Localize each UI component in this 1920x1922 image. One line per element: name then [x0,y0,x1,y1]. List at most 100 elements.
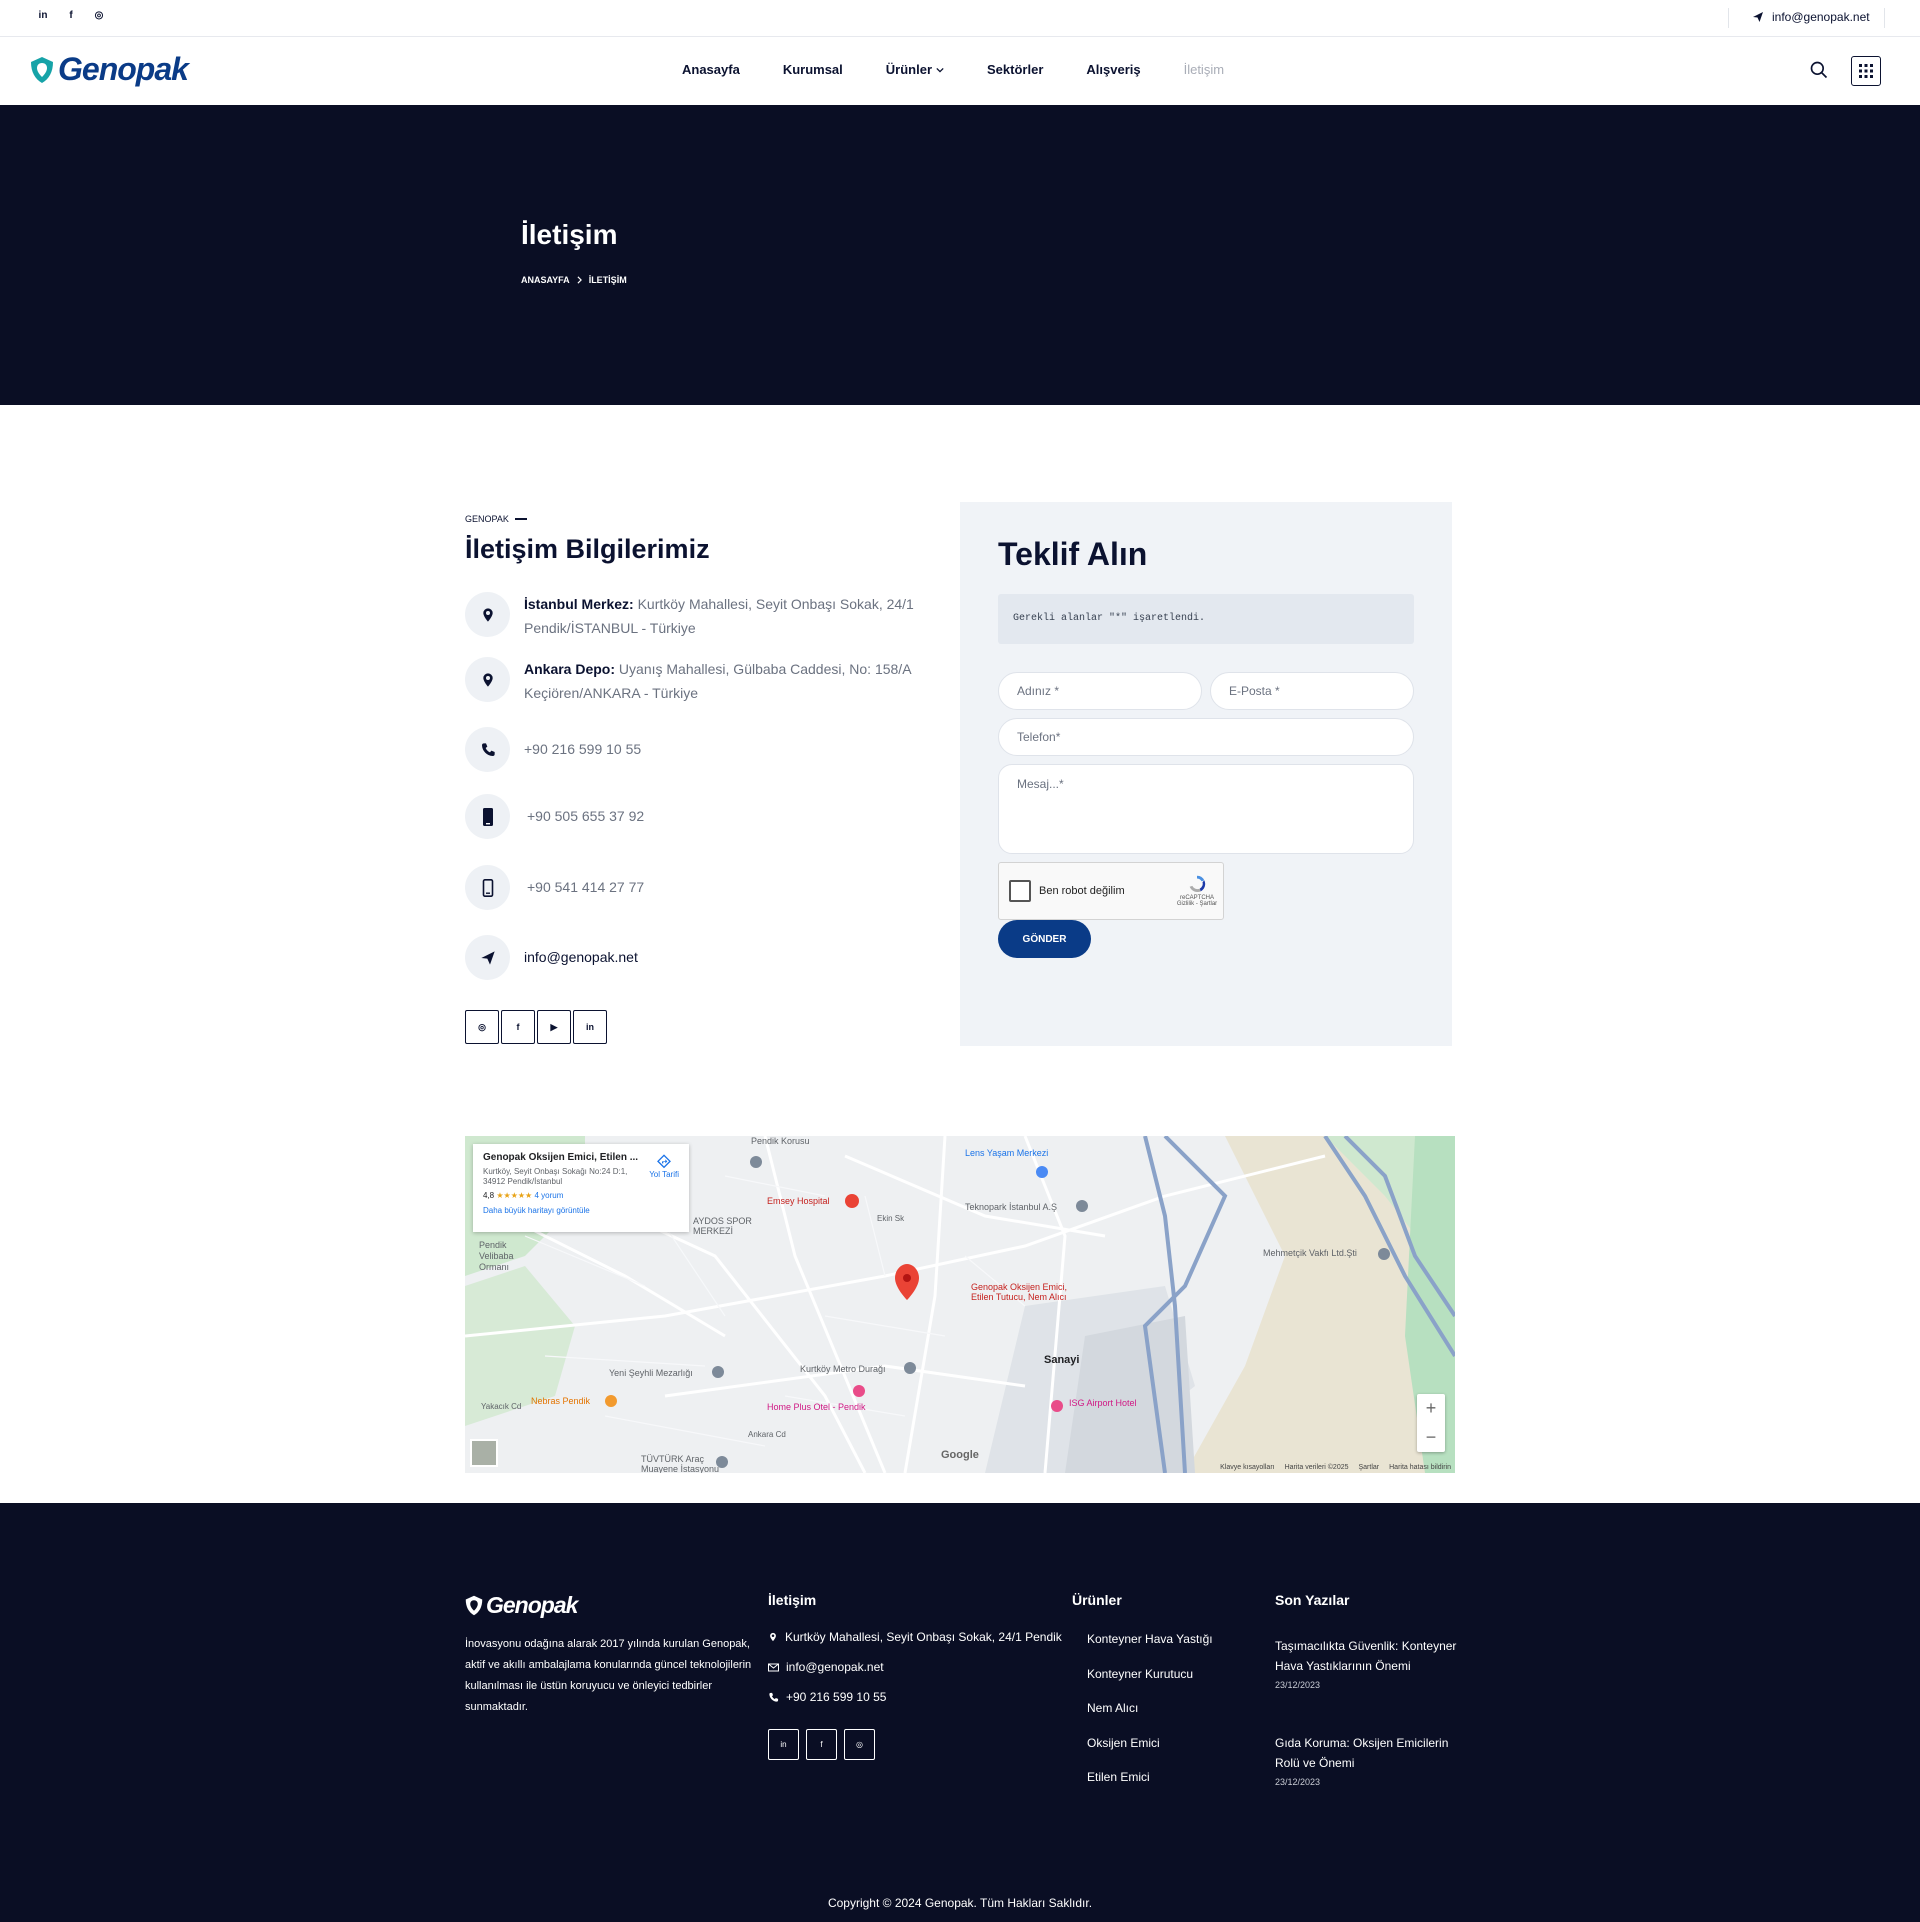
nav-item-iletisim[interactable]: İletişim [1184,62,1224,77]
zoom-out-button[interactable]: − [1417,1423,1445,1452]
istanbul-address-line-1: Kurtköy Mahallesi, Seyit Onbaşı Sokak, 2… [633,596,914,612]
reviews-link[interactable]: 4 yorum [534,1191,563,1200]
site-footer: Genopak İnovasyonu odağına alarak 2017 y… [0,1503,1920,1922]
facebook-icon[interactable]: f [64,10,78,21]
instagram-icon[interactable]: ◎ [844,1729,875,1760]
footer-logo-wordmark: Genopak [486,1592,578,1618]
quote-form: Teklif Alın Gerekli alanlar "*" işaretle… [960,502,1452,1046]
footer-about-text: İnovasyonu odağına alarak 2017 yılında k… [465,1638,752,1713]
recaptcha-links[interactable]: Gizlilik - Şartlar [1175,901,1219,907]
directions-label: Yol Tarifi [649,1170,679,1179]
istanbul-address-row: İstanbul Merkez: Kurtköy Mahallesi, Seyi… [465,592,914,640]
search-icon[interactable] [1809,60,1829,80]
keyboard-shortcuts-link[interactable]: Klavye kısayolları [1220,1464,1274,1471]
nav-item-kurumsal[interactable]: Kurumsal [783,62,843,77]
map-label: Ankara Cd [748,1430,786,1439]
linkedin-icon[interactable]: in [36,10,50,21]
menu-grid-button[interactable] [1851,56,1881,86]
footer-products-heading: Ürünler [1072,1592,1122,1608]
map-label: Yakacık Cd [481,1402,522,1411]
top-email-link[interactable]: info@genopak.net [1752,10,1870,24]
post-title-link[interactable]: Gıda Koruma: Oksijen Emicilerin Rolü ve … [1275,1736,1448,1770]
rating-stars: ★★★★★ [496,1191,533,1200]
youtube-icon[interactable]: ▶ [537,1010,571,1044]
ankara-label: Ankara Depo: [524,661,616,677]
phone-input[interactable]: Telefon* [998,718,1414,756]
map-label: AYDOS SPOR MERKEZİ [693,1216,752,1236]
send-icon [1753,12,1763,22]
map-label: Sanayi [1044,1354,1080,1366]
section-eyebrow: GENOPAK [465,514,925,524]
contact-info: GENOPAK İletişim Bilgilerimiz İstanbul M… [465,514,925,1044]
zoom-in-button[interactable]: + [1417,1394,1445,1423]
instagram-icon[interactable]: ◎ [92,10,106,21]
linkedin-icon[interactable]: in [573,1010,607,1044]
page-hero: İletişim ANASAYFA İLETİŞİM [0,105,1920,405]
rating-value: 4,8 [483,1191,495,1200]
divider [1884,8,1885,28]
map-label: Yeni Şeyhli Mezarlığı [609,1368,693,1378]
form-title: Teklif Alın [998,536,1148,572]
report-error-link[interactable]: Harita hatası bildirin [1389,1464,1451,1471]
ankara-address: Ankara Depo: Uyanış Mahallesi, Gülbaba C… [524,657,912,705]
map-zoom-controls: + − [1417,1394,1445,1452]
ankara-address-row: Ankara Depo: Uyanış Mahallesi, Gülbaba C… [465,657,912,705]
site-logo[interactable]: Genopak [30,51,189,88]
phone-link-2[interactable]: +90 505 655 37 92 [527,794,644,828]
facebook-icon[interactable]: f [806,1729,837,1760]
footer-address-text: Kurtköy Mahallesi, Seyit Onbaşı Sokak, 2… [785,1630,1062,1644]
footer-logo[interactable]: Genopak [465,1592,578,1619]
phone-link-1[interactable]: +90 216 599 10 55 [524,727,641,761]
nav-item-alisveris[interactable]: Alışveriş [1086,62,1140,77]
name-input[interactable]: Adınız * [998,672,1202,710]
location-pin-icon [465,657,510,702]
email-row: info@genopak.net [465,935,638,980]
google-map[interactable]: Genopak Oksijen Emici, Etilen ... Kurtkö… [465,1136,1455,1473]
location-pin-icon [770,1632,776,1642]
email-input[interactable]: E-Posta * [1210,672,1414,710]
larger-map-link[interactable]: Daha büyük haritayı görüntüle [483,1206,679,1215]
ankara-address-line-1: Uyanış Mahallesi, Gülbaba Caddesi, No: 1… [615,661,912,677]
place-address: Kurtköy, Seyit Onbaşı Sokağı No:24 D:1, … [483,1167,628,1186]
directions-button[interactable]: Yol Tarifi [649,1154,679,1179]
phone-link-3[interactable]: +90 541 414 27 77 [527,865,644,899]
instagram-icon[interactable]: ◎ [465,1010,499,1044]
map-label: Kurtköy Metro Durağı [800,1364,886,1374]
submit-button[interactable]: GÖNDER [998,920,1091,958]
recaptcha-widget: Ben robot değilim reCAPTCHA Gizlilik - Ş… [998,862,1224,920]
footer-email[interactable]: info@genopak.net [768,1660,884,1674]
footer-social-links: in f ◎ [768,1729,875,1760]
mobile-phone-outline-icon [465,865,510,910]
linkedin-icon[interactable]: in [768,1729,799,1760]
post-title-link[interactable]: Taşımacılıkta Güvenlik: Konteyner Hava Y… [1275,1639,1456,1673]
terms-link[interactable]: Şartlar [1359,1464,1380,1471]
email-link[interactable]: info@genopak.net [524,935,638,969]
nav-item-anasayfa[interactable]: Anasayfa [682,62,740,77]
footer-phone-text: +90 216 599 10 55 [786,1690,887,1704]
istanbul-address: İstanbul Merkez: Kurtköy Mahallesi, Seyi… [524,592,914,640]
footer-product-link[interactable]: Etilen Emici [1087,1770,1150,1784]
footer-product-link[interactable]: Oksijen Emici [1087,1736,1160,1750]
facebook-icon[interactable]: f [501,1010,535,1044]
copyright: Copyright © 2024 Genopak. Tüm Hakları Sa… [827,1896,1093,1910]
recaptcha-checkbox[interactable] [1009,880,1031,902]
map-attribution: Klavye kısayolları Harita verileri ©2025… [1220,1464,1451,1471]
map-pin-label[interactable]: Genopak Oksijen Emici, Etilen Tutucu, Ne… [971,1282,1091,1302]
main-nav: Anasayfa Kurumsal Ürünler Sektörler Alış… [682,62,1224,77]
nav-item-urunler[interactable]: Ürünler [886,62,944,77]
breadcrumb-home[interactable]: ANASAYFA [521,275,570,285]
grid-icon [1859,64,1873,78]
send-icon [465,935,510,980]
directions-icon [657,1154,672,1169]
footer-product-link[interactable]: Nem Alıcı [1087,1701,1138,1715]
google-logo: Google [941,1449,979,1461]
message-textarea[interactable]: Mesaj...* [998,764,1414,854]
shield-icon [465,1595,483,1616]
footer-phone[interactable]: +90 216 599 10 55 [768,1690,886,1704]
map-label: Pendik Velibaba Ormanı [479,1240,514,1272]
footer-product-link[interactable]: Konteyner Hava Yastığı [1087,1632,1213,1646]
footer-post: Taşımacılıkta Güvenlik: Konteyner Hava Y… [1275,1636,1465,1690]
footer-product-link[interactable]: Konteyner Kurutucu [1087,1667,1193,1681]
nav-item-sektorler[interactable]: Sektörler [987,62,1043,77]
mobile-row-2: +90 541 414 27 77 [465,865,644,910]
